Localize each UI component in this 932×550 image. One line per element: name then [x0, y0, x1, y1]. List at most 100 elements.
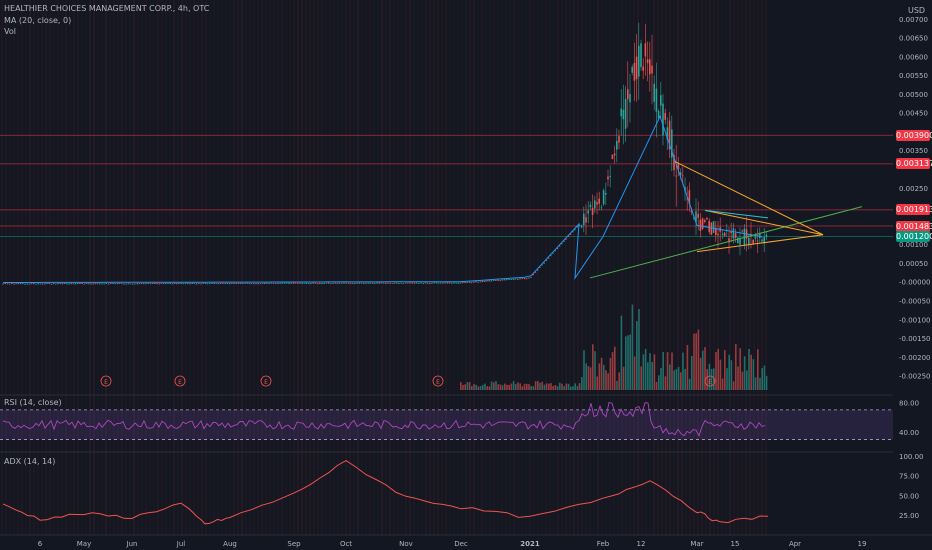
- candle-body: [19, 283, 22, 285]
- volume-bar: [526, 383, 528, 390]
- candle-body: [220, 283, 222, 284]
- candle-body: [499, 280, 501, 282]
- candle-body: [88, 283, 90, 285]
- volume-bar: [548, 383, 550, 390]
- candle-body: [182, 283, 185, 285]
- volume-bar: [543, 384, 546, 390]
- time-axis[interactable]: 6 May Jun Jul Aug Sep Oct Nov Dec 2021 Feb 12 Mar 15 A…: [0, 534, 932, 548]
- candle-body: [72, 283, 75, 285]
- volume-bar: [490, 381, 493, 390]
- candle-body: [404, 282, 407, 284]
- volume-bar: [743, 356, 746, 390]
- candle-body: [336, 283, 339, 284]
- price-label: 0.00550: [899, 72, 928, 80]
- candle-body: [193, 283, 196, 284]
- candle-body: [132, 283, 134, 285]
- volume-bar: [686, 345, 689, 390]
- candle-body: [286, 282, 288, 284]
- volume-bar: [748, 348, 750, 390]
- adx-axis-label: 25.00: [899, 512, 919, 520]
- volume-bar: [647, 362, 649, 390]
- candle-body: [231, 282, 233, 284]
- candle-body: [525, 278, 528, 280]
- candle-body: [151, 283, 154, 284]
- candle-body: [99, 283, 101, 285]
- volume-bar: [484, 383, 486, 390]
- candle-body: [222, 282, 224, 284]
- volume-bar: [625, 336, 627, 390]
- volume-bar: [673, 370, 675, 390]
- candle-body: [435, 282, 438, 284]
- candle-body: [585, 217, 587, 223]
- adx-axis-label: 100.00: [899, 453, 924, 461]
- volume-bar: [616, 380, 618, 390]
- candle-body: [246, 282, 248, 284]
- candle-body: [162, 283, 165, 285]
- candle-body: [264, 283, 266, 284]
- volume-bar: [600, 357, 603, 390]
- vol-legend[interactable]: Vol: [4, 27, 16, 36]
- time-label: Sep: [287, 540, 301, 548]
- candle-body: [255, 283, 257, 285]
- candle-body: [543, 262, 545, 264]
- candle-body: [48, 283, 50, 285]
- candle-body: [457, 283, 460, 284]
- volume-bar: [682, 352, 684, 390]
- candle-body: [409, 282, 411, 284]
- candle-body: [712, 221, 715, 233]
- candle-body: [310, 283, 312, 285]
- candle-body: [96, 283, 99, 285]
- candle-body: [708, 220, 710, 232]
- ma-legend[interactable]: MA (20, close, 0): [4, 16, 71, 25]
- candle-body: [283, 282, 286, 284]
- candle-body: [743, 228, 746, 245]
- candle-body: [655, 88, 658, 112]
- candle-body: [11, 283, 13, 285]
- chart-canvas[interactable]: E E E E E 0.00700 0.00650 0.00600 0.00550 0.0050…: [0, 0, 932, 550]
- candle-body: [154, 283, 156, 285]
- candle-body: [356, 282, 358, 284]
- adx-legend[interactable]: ADX (14, 14): [4, 457, 55, 466]
- candle-body: [215, 283, 218, 284]
- candle-body: [178, 283, 180, 284]
- price-tag: 0.001200: [896, 231, 932, 243]
- candle-body: [200, 283, 202, 285]
- candle-body: [730, 231, 732, 233]
- volume-bar: [598, 363, 601, 390]
- candle-body: [510, 279, 512, 280]
- candle-body: [334, 282, 336, 284]
- volume-bar: [468, 382, 471, 390]
- candle-body: [187, 282, 189, 284]
- candle-body: [129, 283, 132, 285]
- candle-body: [455, 282, 457, 284]
- candle-body: [261, 283, 264, 284]
- candle-body: [411, 282, 413, 284]
- candle-body: [237, 283, 240, 284]
- volume-bar: [578, 383, 581, 390]
- candle-body: [580, 225, 583, 228]
- price-label: 0.00450: [899, 110, 928, 118]
- candle-body: [376, 282, 378, 284]
- candle-body: [737, 237, 739, 244]
- volume-bar: [550, 383, 552, 390]
- candle-body: [242, 282, 244, 284]
- earnings-event-label: E: [264, 379, 268, 386]
- candle-body: [699, 219, 702, 231]
- volume-bar: [464, 384, 466, 390]
- candle-body: [211, 283, 213, 284]
- candle-body: [244, 283, 246, 284]
- volume-bar: [662, 351, 664, 390]
- candle-body: [165, 283, 167, 284]
- candle-body: [248, 283, 251, 285]
- price-axis[interactable]: 0.00700 0.00650 0.00600 0.00550 0.00500 0.004…: [899, 16, 930, 520]
- candle-body: [77, 283, 79, 284]
- candle-body: [160, 283, 163, 284]
- rsi-legend[interactable]: RSI (14, close): [4, 398, 62, 407]
- candle-body: [490, 280, 493, 282]
- candle-body: [591, 207, 594, 215]
- candle-body: [15, 283, 17, 285]
- candle-body: [44, 283, 46, 285]
- time-label: 6: [38, 540, 43, 548]
- candle-body: [486, 280, 488, 282]
- volume-bar: [592, 344, 594, 390]
